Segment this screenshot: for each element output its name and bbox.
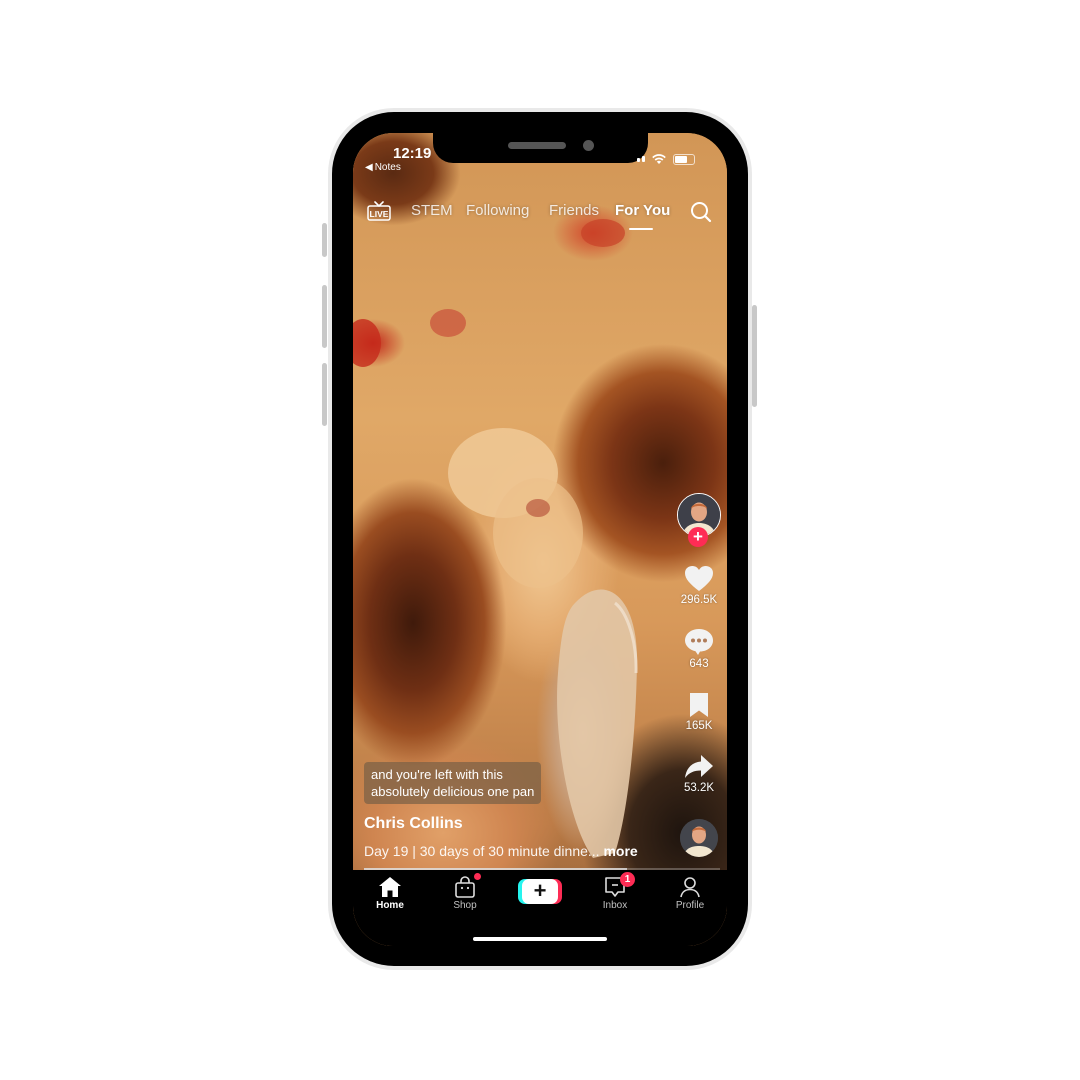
phone-screen: 12:19 ◀ Notes LIVE STEM Following Friend… — [353, 133, 727, 946]
create-post-button[interactable]: + — [518, 879, 562, 904]
back-triangle-icon: ◀ — [365, 162, 373, 173]
home-icon — [379, 877, 401, 897]
share-arrow-icon — [685, 755, 713, 778]
shop-notification-dot — [474, 873, 481, 880]
bookmark-count: 165K — [685, 720, 713, 732]
tab-following[interactable]: Following — [466, 202, 529, 219]
caption-line-2: absolutely delicious one pan — [371, 784, 535, 799]
status-indicators — [637, 153, 695, 165]
svg-text:LIVE: LIVE — [370, 209, 389, 219]
profile-person-icon — [680, 877, 700, 898]
status-time: 12:19 — [393, 145, 432, 162]
live-tv-icon[interactable]: LIVE — [366, 200, 392, 222]
comment-button[interactable]: 643 — [675, 628, 723, 670]
video-caption-overlay: and you're left with this absolutely del… — [364, 762, 542, 804]
tab-friends[interactable]: Friends — [549, 202, 599, 219]
back-to-app-link[interactable]: ◀ Notes — [365, 162, 401, 173]
bookmark-button[interactable]: 165K — [675, 692, 723, 732]
wifi-icon — [652, 154, 666, 164]
active-tab-indicator — [629, 228, 653, 230]
share-button[interactable]: 53.2K — [675, 754, 723, 794]
speaker-grille — [508, 142, 566, 149]
music-disc[interactable] — [680, 819, 718, 857]
tab-stem[interactable]: STEM — [411, 202, 453, 219]
tab-for-you[interactable]: For You — [615, 202, 670, 219]
music-disc-image — [680, 819, 718, 857]
author-name[interactable]: Chris Collins — [364, 815, 463, 833]
video-description: Day 19 | 30 days of 30 minute dinne... m… — [364, 843, 638, 859]
plus-icon: + — [522, 879, 558, 904]
share-count: 53.2K — [683, 782, 715, 794]
more-link[interactable]: more — [603, 843, 637, 859]
nav-home[interactable]: Home — [360, 876, 420, 911]
side-button-volume-down — [322, 363, 327, 426]
home-indicator[interactable] — [473, 937, 607, 941]
front-camera — [583, 140, 594, 151]
comment-count: 643 — [689, 658, 709, 670]
comment-bubble-icon — [685, 629, 713, 655]
battery-icon — [673, 153, 695, 165]
side-button-volume-up — [322, 285, 327, 348]
nav-profile-label: Profile — [675, 900, 705, 911]
nav-profile[interactable]: Profile — [660, 876, 720, 911]
follow-plus-button[interactable]: + — [688, 527, 708, 547]
side-button-mute — [322, 223, 327, 257]
nav-shop-label: Shop — [453, 900, 477, 911]
like-count: 296.5K — [680, 594, 718, 606]
cellular-signal-icon — [637, 156, 645, 162]
shopping-bag-icon — [455, 876, 475, 898]
description-text: Day 19 | 30 days of 30 minute dinne... — [364, 843, 600, 859]
notch — [433, 133, 648, 163]
nav-shop[interactable]: Shop — [435, 873, 495, 911]
back-app-label: Notes — [374, 162, 401, 173]
nav-inbox[interactable]: Inbox 1 — [585, 872, 645, 911]
heart-icon — [685, 566, 713, 591]
side-button-power — [752, 305, 757, 407]
bottom-tab-bar: Home Shop + Inbox 1 Profile — [353, 870, 727, 946]
search-icon[interactable] — [689, 200, 713, 224]
like-button[interactable]: 296.5K — [675, 565, 723, 606]
top-feed-nav: LIVE STEM Following Friends For You — [353, 198, 727, 230]
caption-line-1: and you're left with this — [371, 767, 503, 782]
nav-home-label: Home — [376, 900, 404, 911]
nav-inbox-label: Inbox — [602, 900, 628, 911]
inbox-badge: 1 — [620, 872, 635, 887]
bookmark-icon — [690, 693, 708, 717]
